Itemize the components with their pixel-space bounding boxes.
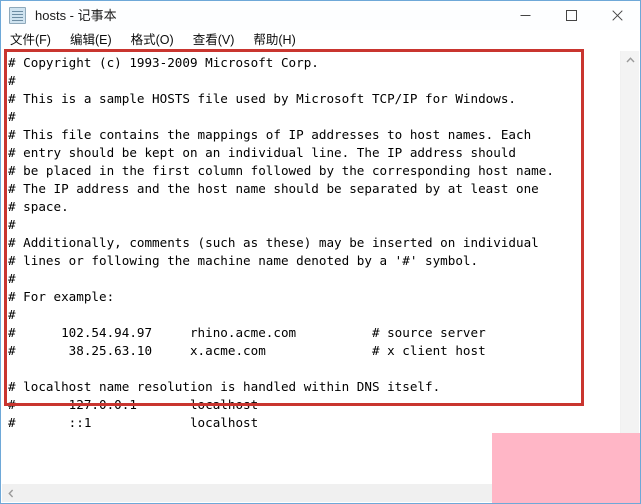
text-editor[interactable]: # Copyright (c) 1993-2009 Microsoft Corp… [2, 51, 619, 483]
menu-item-view[interactable]: 查看(V) [191, 30, 244, 51]
maximize-button[interactable] [548, 1, 594, 30]
chevron-left-icon [8, 489, 14, 497]
vertical-scrollbar[interactable] [620, 51, 639, 483]
title-bar: hosts - 记事本 [1, 1, 640, 30]
scroll-left-button[interactable] [2, 484, 20, 502]
window-title: hosts - 记事本 [35, 8, 117, 23]
menu-item-format[interactable]: 格式(O) [129, 30, 183, 51]
title-bar-left: hosts - 记事本 [1, 1, 117, 30]
scroll-up-button[interactable] [621, 51, 639, 69]
menu-item-edit[interactable]: 编辑(E) [68, 30, 121, 51]
notepad-window: hosts - 记事本 文件(F) 编辑(E) 格式(O) 查看(V) 帮助(H… [0, 0, 641, 504]
minimize-icon [520, 15, 530, 16]
menu-bar: 文件(F) 编辑(E) 格式(O) 查看(V) 帮助(H) [1, 30, 640, 51]
close-button[interactable] [594, 1, 640, 30]
chevron-up-icon [625, 57, 635, 63]
pink-overlay-block [492, 433, 640, 503]
hosts-file-content[interactable]: # Copyright (c) 1993-2009 Microsoft Corp… [2, 51, 619, 432]
window-controls [502, 1, 640, 30]
minimize-button[interactable] [502, 1, 548, 30]
close-icon [611, 10, 623, 21]
maximize-icon [565, 10, 577, 21]
menu-item-file[interactable]: 文件(F) [8, 30, 60, 51]
menu-item-help[interactable]: 帮助(H) [251, 30, 304, 51]
notepad-icon [9, 7, 26, 24]
